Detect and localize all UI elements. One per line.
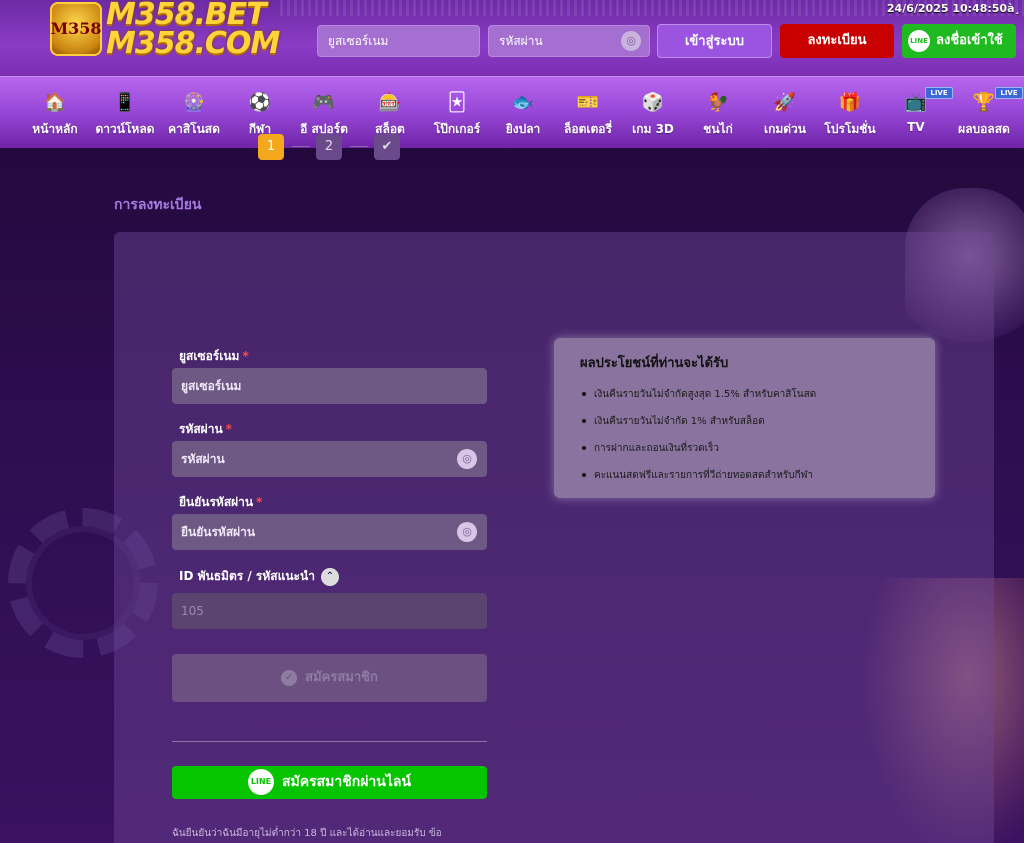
- home-icon: 🏠: [43, 92, 67, 113]
- nav-item-dice[interactable]: 🎲 เกม 3D: [618, 77, 688, 149]
- gift-icon: 🎁: [838, 92, 862, 113]
- benefit-item: เงินคืนรายวันไม่จำกัดสูงสุด 1.5% สำหรับค…: [580, 387, 909, 402]
- line-login-button[interactable]: LINE ลงชื่อเข้าใช้: [902, 24, 1016, 58]
- nav-item-label: ยิงปลา: [505, 122, 541, 136]
- register-button[interactable]: ลงทะเบียน: [780, 24, 894, 58]
- chevron-up-icon[interactable]: ⌃: [320, 567, 339, 586]
- lottery-icon: 🎫: [576, 92, 600, 113]
- benefit-item: คะแนนสดฟรีและรายการที่วีถ่ายทอดสดสำหรับก…: [580, 468, 909, 483]
- nav-item-label: โป๊กเกอร์: [433, 122, 481, 136]
- step-connector: [350, 146, 368, 147]
- download-icon: 📱: [113, 92, 137, 113]
- nav-item-label: ชนไก่: [703, 122, 733, 136]
- referral-input[interactable]: 105: [172, 593, 487, 629]
- page-title: การลงทะเบียน: [114, 197, 202, 213]
- main-nav: 🏠 หน้าหลัก 📱 ดาวน์โหลด 🎡 คาสิโนสด ⚽ กีฬา 🎮 อี สปอ…: [0, 76, 1024, 148]
- nav-item-fish[interactable]: 🐟 ยิงปลา: [488, 77, 558, 149]
- confirm-password-input[interactable]: ยืนยันรหัสผ่าน ◎: [172, 514, 487, 550]
- referral-label: ID พันธมิตร / รหัสแนะนำ ⌃: [179, 567, 339, 586]
- step-done-check-icon: ✔: [374, 134, 400, 160]
- step-connector: [292, 146, 310, 147]
- gamepad-icon: 🎮: [312, 92, 336, 113]
- password-label-text: รหัสผ่าน: [179, 422, 223, 436]
- rocket-icon: 🚀: [773, 92, 797, 113]
- step-1: 1: [258, 134, 284, 160]
- nav-item-label: เกมด่วน: [763, 122, 806, 136]
- nav-item-gift[interactable]: 🎁 โปรโมชั่น: [815, 77, 885, 149]
- nav-item-home[interactable]: 🏠 หน้าหลัก: [20, 77, 90, 149]
- password-input[interactable]: รหัสผ่าน ◎: [172, 441, 487, 477]
- username-label: ยูสเซอร์เนม *: [179, 347, 249, 366]
- required-mark: *: [242, 349, 249, 363]
- submit-label: สมัครสมาชิก: [305, 670, 378, 685]
- trophy-icon: 🏆: [972, 92, 996, 113]
- step-2: 2: [316, 134, 342, 160]
- eye-off-icon[interactable]: ◎: [457, 522, 477, 542]
- current-datetime: 24/6/2025 10:48:50à¸: [886, 2, 1020, 15]
- login-button[interactable]: เข้าสู่ระบบ: [657, 24, 772, 58]
- roulette-icon: 🎡: [182, 92, 206, 113]
- dice-icon: 🎲: [641, 92, 665, 113]
- check-circle-icon: ✓: [281, 669, 298, 686]
- line-icon: LINE: [247, 769, 274, 795]
- required-mark: *: [256, 495, 263, 509]
- nav-item-lottery[interactable]: 🎫 ล็อตเตอรี่: [553, 77, 623, 149]
- required-mark: *: [225, 422, 232, 436]
- logo-text-com: M358.COM: [106, 26, 280, 61]
- benefits-panel: ผลประโยชน์ที่ท่านจะได้รับ เงินคืนรายวันไ…: [554, 338, 935, 498]
- eye-off-icon[interactable]: ◎: [621, 31, 641, 51]
- nav-item-label: ล็อตเตอรี่: [564, 122, 612, 136]
- confirm-password-placeholder: ยืนยันรหัสผ่าน: [181, 525, 256, 539]
- eye-off-icon[interactable]: ◎: [457, 449, 477, 469]
- live-badge: LIVE: [995, 87, 1023, 99]
- nav-item-cards[interactable]: 🃏 โป๊กเกอร์: [422, 77, 492, 149]
- nav-item-label: เกม 3D: [632, 122, 674, 136]
- password-label: รหัสผ่าน *: [179, 420, 232, 439]
- confirm-label-text: ยืนยันรหัสผ่าน: [179, 495, 254, 509]
- nav-item-roulette[interactable]: 🎡 คาสิโนสด: [159, 77, 229, 149]
- logo-badge: M358: [50, 2, 102, 56]
- nav-item-label: ดาวน์โหลด: [95, 122, 155, 136]
- submit-register-button[interactable]: ✓ สมัครสมาชิก: [172, 654, 487, 702]
- benefit-item: เงินคืนรายวันไม่จำกัด 1% สำหรับสล็อต: [580, 414, 909, 429]
- username-label-text: ยูสเซอร์เนม: [179, 349, 240, 363]
- nav-item-label: หน้าหลัก: [32, 122, 78, 136]
- nav-item-tv[interactable]: 📺 TV LIVE: [881, 77, 953, 149]
- slot-icon: 🎰: [378, 92, 402, 113]
- section-divider: [172, 741, 487, 742]
- referral-label-text: ID พันธมิตร / รหัสแนะนำ: [179, 569, 315, 583]
- benefits-list: เงินคืนรายวันไม่จำกัดสูงสุด 1.5% สำหรับค…: [580, 387, 909, 483]
- benefit-item: การฝากและถอนเงินที่รวดเร็ว: [580, 441, 909, 456]
- nav-item-label: โปรโมชั่น: [824, 122, 876, 136]
- header-username-input[interactable]: ยูสเซอร์เนม: [317, 25, 480, 57]
- football-icon: ⚽: [248, 92, 272, 113]
- rooster-icon: 🐓: [706, 92, 730, 113]
- nav-item-rocket[interactable]: 🚀 เกมด่วน: [750, 77, 820, 149]
- nav-item-label: ผลบอลสด: [958, 122, 1010, 136]
- line-login-label: ลงชื่อเข้าใช้: [936, 33, 1003, 48]
- header-password-input[interactable]: รหัสผ่าน ◎: [488, 25, 650, 57]
- terms-text: ฉันยืนยันว่าฉันมีอายุไม่ต่ำกว่า 18 ปี แล…: [172, 828, 442, 839]
- confirm-password-label: ยืนยันรหัสผ่าน *: [179, 493, 262, 512]
- fish-icon: 🐟: [511, 92, 535, 113]
- site-logo[interactable]: M358 M358.BET M358.COM: [50, 0, 300, 62]
- line-signup-label: สมัครสมาชิกผ่านไลน์: [281, 774, 412, 790]
- nav-item-label: TV: [907, 120, 925, 134]
- nav-item-download[interactable]: 📱 ดาวน์โหลด: [90, 77, 160, 149]
- nav-item-label: คาสิโนสด: [168, 122, 220, 136]
- header-password-placeholder: รหัสผ่าน: [499, 34, 543, 48]
- nav-item-trophy[interactable]: 🏆 ผลบอลสด LIVE: [949, 77, 1023, 149]
- cards-icon: 🃏: [447, 92, 467, 113]
- line-signup-button[interactable]: LINE สมัครสมาชิกผ่านไลน์: [172, 766, 487, 799]
- password-placeholder: รหัสผ่าน: [181, 452, 225, 466]
- benefits-title: ผลประโยชน์ที่ท่านจะได้รับ: [580, 356, 729, 371]
- username-input[interactable]: ยูสเซอร์เนม: [172, 368, 487, 404]
- line-icon: LINE: [908, 30, 930, 52]
- top-header: M358 M358.BET M358.COM 24/6/2025 10:48:5…: [0, 0, 1024, 76]
- nav-item-rooster[interactable]: 🐓 ชนไก่: [683, 77, 753, 149]
